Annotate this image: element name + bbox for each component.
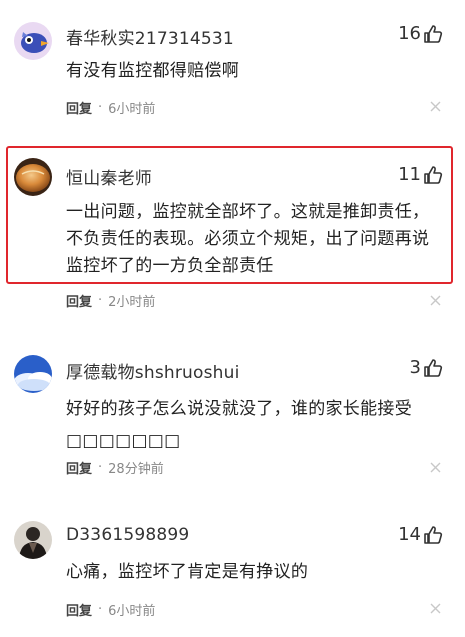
separator-dot: · [98, 602, 103, 617]
username[interactable]: 恒山秦老师 [66, 164, 152, 189]
bread-avatar-icon [14, 158, 52, 196]
close-icon[interactable] [430, 101, 441, 112]
comment-time: 6小时前 [108, 604, 156, 619]
comment-text: 心痛，监控坏了肯定是有挣议的 [66, 562, 309, 582]
avatar[interactable] [14, 22, 52, 60]
comment-text: 一出问题，监控就全部坏了。这就是推卸责任，不负责任的表现。必须立个规矩，出了问题… [66, 202, 430, 276]
blue-sky-avatar-icon [14, 355, 52, 393]
reply-button[interactable]: 回复 [66, 291, 92, 310]
username[interactable]: 春华秋实217314531 [66, 24, 234, 49]
comment-text: 有没有监控都得赔偿啊 [66, 61, 239, 81]
reply-button[interactable]: 回复 [66, 458, 92, 477]
avatar[interactable] [14, 521, 52, 559]
thumbs-up-icon [424, 358, 443, 377]
comment-time: 6小时前 [108, 102, 156, 117]
username[interactable]: D3361598899 [66, 525, 189, 545]
like-count: 16 [398, 23, 421, 44]
thumbs-up-icon [424, 165, 443, 184]
thumbs-up-icon [424, 525, 443, 544]
comment-meta: 回复 · 28分钟前 [66, 458, 164, 477]
thumbs-up-icon [424, 24, 443, 43]
close-icon[interactable] [430, 462, 441, 473]
comment-meta: 回复 · 6小时前 [66, 600, 155, 619]
bird-cartoon-avatar-icon [14, 22, 52, 60]
like-count: 14 [398, 524, 421, 545]
comment-text: 好好的孩子怎么说没就没了，谁的家长能接受□□□□□□□ [66, 399, 412, 451]
separator-dot: · [98, 100, 103, 115]
like-button[interactable]: 11 [398, 164, 443, 185]
comment-meta: 回复 · 2小时前 [66, 291, 155, 310]
comment-time: 28分钟前 [108, 462, 164, 477]
separator-dot: · [98, 460, 103, 475]
avatar[interactable] [14, 355, 52, 393]
like-count: 3 [409, 357, 421, 378]
separator-dot: · [98, 293, 103, 308]
username[interactable]: 厚德载物shshruoshui [66, 358, 240, 383]
like-button[interactable]: 3 [410, 357, 443, 378]
reply-button[interactable]: 回复 [66, 98, 92, 117]
like-button[interactable]: 16 [398, 23, 443, 44]
comment-time: 2小时前 [108, 295, 156, 310]
comment-meta: 回复 · 6小时前 [66, 98, 155, 117]
close-icon[interactable] [430, 603, 441, 614]
close-icon[interactable] [430, 295, 441, 306]
avatar[interactable] [14, 158, 52, 196]
person-dark-avatar-icon [14, 521, 52, 559]
like-button[interactable]: 14 [398, 524, 443, 545]
reply-button[interactable]: 回复 [66, 600, 92, 619]
like-count: 11 [398, 164, 421, 185]
